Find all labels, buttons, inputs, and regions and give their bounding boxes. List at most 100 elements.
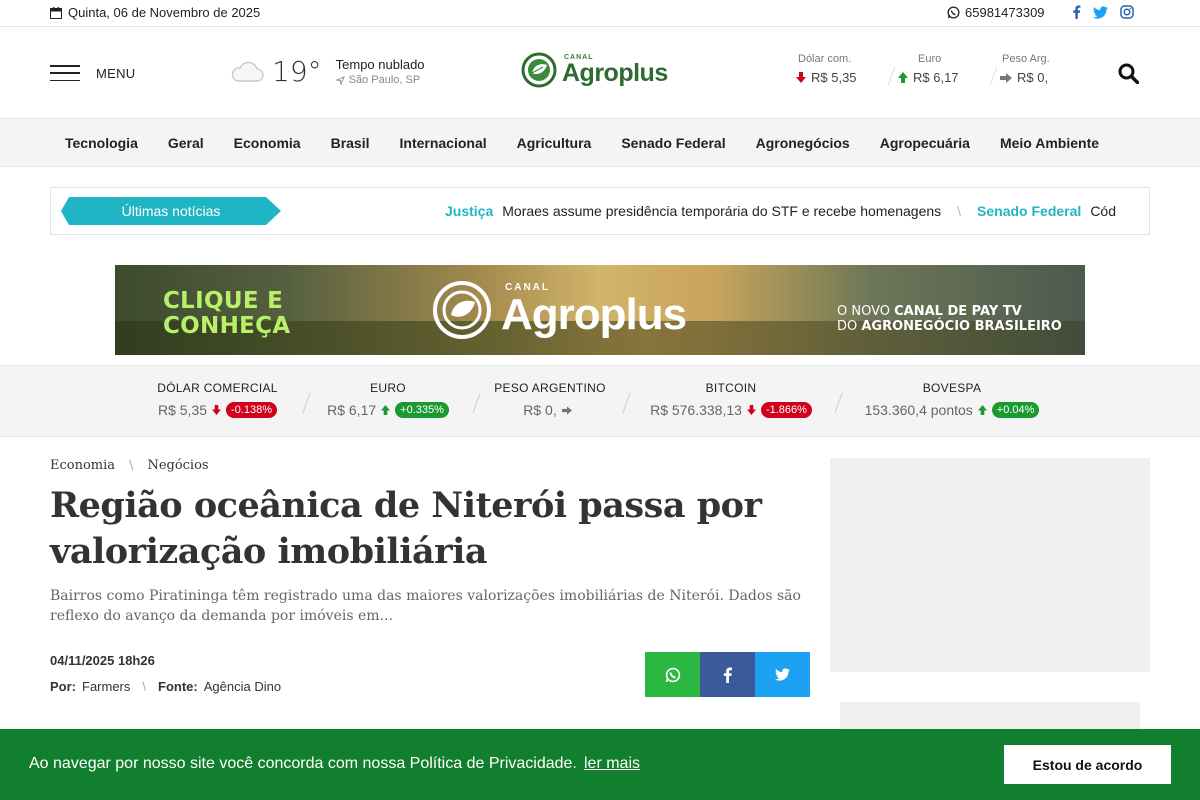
nav-item-meio-ambiente[interactable]: Meio Ambiente (985, 135, 1114, 151)
header-quote-peso: Peso Arg. R$ 0, (994, 53, 1095, 85)
article-byline: Por: Farmers \ Fonte: Agência Dino (50, 679, 281, 694)
whatsapp-icon (665, 667, 680, 682)
arrow-right-icon (1000, 72, 1012, 83)
nav-item-agronegocios[interactable]: Agronegócios (741, 135, 865, 151)
author-label: Por: (50, 679, 76, 694)
article-date: 04/11/2025 18h26 (50, 653, 155, 668)
menu-label: MENU (96, 65, 136, 81)
arrow-up-icon (898, 72, 908, 83)
quote-label: Peso Arg. (1002, 53, 1050, 65)
facebook-icon[interactable] (1072, 5, 1081, 19)
banner-logo: CANAL Agroplus (431, 279, 687, 341)
ticker-category[interactable]: Justiça (445, 203, 493, 219)
header-quotes: Dólar com. R$ 5,35 Euro R$ 6,17 Peso Arg… (790, 53, 1095, 85)
hamburger-icon (50, 65, 80, 81)
quote-peso-argentino: PESO ARGENTINO R$ 0, (490, 381, 610, 418)
arrow-down-icon (796, 72, 806, 83)
quote-change-badge: -1.866% (760, 402, 812, 418)
nav-item-tecnologia[interactable]: Tecnologia (50, 135, 153, 151)
byline-separator: \ (142, 679, 147, 694)
weather-location-text: São Paulo, SP (348, 74, 421, 86)
quote-label: Dólar com. (798, 53, 852, 65)
quote-value: R$ 0, (1017, 70, 1049, 85)
quote-value: R$ 5,35 (157, 402, 208, 418)
site-header: MENU 19° Tempo nublado São Paulo, SP CAN… (0, 27, 1200, 118)
current-date-text: Quinta, 06 de Novembro de 2025 (68, 5, 261, 20)
arrow-up-icon (381, 405, 391, 415)
cookie-read-more-link[interactable]: ler mais (584, 755, 640, 773)
author-name: Farmers (82, 679, 131, 694)
nav-item-economia[interactable]: Economia (219, 135, 316, 151)
ticker-category[interactable]: Senado Federal (977, 203, 1081, 219)
arrow-down-icon (212, 405, 222, 415)
banner-tag-prefix: DO (837, 319, 862, 334)
quote-value: 153.360,4 pontos (864, 402, 973, 418)
search-button[interactable] (1118, 63, 1140, 89)
quote-change-badge: -0.138% (226, 402, 278, 418)
header-quote-euro: Euro R$ 6,17 (892, 53, 993, 85)
share-buttons (645, 652, 810, 697)
breadcrumb-item[interactable]: Economia (50, 458, 115, 473)
quote-value: R$ 576.338,13 (650, 402, 742, 418)
banner-cta-line2: CONHEÇA (163, 313, 291, 339)
share-facebook-button[interactable] (700, 652, 755, 697)
weather-widget: 19° Tempo nublado São Paulo, SP (230, 55, 425, 88)
arrow-down-icon (746, 405, 756, 415)
current-date: Quinta, 06 de Novembro de 2025 (50, 5, 260, 20)
divider (302, 393, 311, 413)
share-whatsapp-button[interactable] (645, 652, 700, 697)
leaf-logo-icon (433, 281, 491, 339)
nav-item-geral[interactable]: Geral (153, 135, 219, 151)
market-quotes-strip: DÓLAR COMERCIAL R$ 5,35 -0.138% EURO R$ … (0, 365, 1200, 437)
quote-bovespa: BOVESPA 153.360,4 pontos +0.04% (852, 381, 1052, 418)
news-ticker: Últimas notícias Justiça Moraes assume p… (50, 187, 1150, 235)
quote-name: EURO (370, 381, 406, 395)
logo-brand: Agroplus (562, 59, 668, 87)
twitter-icon[interactable] (1093, 5, 1108, 19)
nav-item-internacional[interactable]: Internacional (385, 135, 502, 151)
facebook-icon (723, 667, 732, 683)
search-icon (1118, 63, 1140, 85)
cookie-accept-button[interactable]: Estou de acordo (1004, 745, 1171, 784)
nav-item-agropecuaria[interactable]: Agropecuária (865, 135, 985, 151)
quote-name: PESO ARGENTINO (494, 381, 606, 395)
arrow-up-icon (977, 405, 987, 415)
top-bar: Quinta, 06 de Novembro de 2025 659814733… (0, 0, 1200, 27)
share-twitter-button[interactable] (755, 652, 810, 697)
social-links (1072, 5, 1134, 19)
ticker-separator: \ (957, 203, 962, 219)
nav-item-brasil[interactable]: Brasil (316, 135, 385, 151)
calendar-icon (50, 6, 62, 19)
ticker-headline[interactable]: Cód (1090, 203, 1116, 219)
whatsapp-contact[interactable]: 65981473309 (947, 5, 1045, 20)
arrow-right-icon (561, 405, 572, 415)
whatsapp-icon (947, 6, 960, 19)
source-label: Fonte: (158, 679, 198, 694)
cookie-consent-bar: Ao navegar por nosso site você concorda … (0, 729, 1200, 800)
cookie-message: Ao navegar por nosso site você concorda … (29, 755, 577, 772)
phone-number: 65981473309 (965, 5, 1045, 20)
quote-change-badge: +0.335% (395, 402, 449, 418)
article-lead: Bairros como Piratininga têm registrado … (50, 588, 801, 624)
banner-tagline: O NOVO CANAL DE PAY TV DO AGRONEGÓCIO BR… (837, 304, 1062, 334)
divider (622, 393, 631, 413)
banner-cta-line1: CLIQUE E (163, 288, 284, 314)
nav-item-senado-federal[interactable]: Senado Federal (606, 135, 740, 151)
quote-euro: EURO R$ 6,17 +0.335% (315, 381, 461, 418)
quote-label: Euro (918, 53, 942, 65)
quote-value: R$ 5,35 (811, 70, 857, 85)
main-nav: Tecnologia Geral Economia Brasil Interna… (0, 118, 1200, 167)
nav-item-agricultura[interactable]: Agricultura (502, 135, 607, 151)
quote-name: DÓLAR COMERCIAL (157, 381, 278, 395)
leaf-logo-icon (521, 52, 557, 88)
divider (472, 393, 481, 413)
instagram-icon[interactable] (1120, 5, 1134, 19)
ticker-headline[interactable]: Moraes assume presidência temporária do … (502, 203, 941, 219)
breadcrumb-item[interactable]: Negócios (147, 458, 208, 473)
site-logo[interactable]: CANAL Agroplus (520, 51, 668, 89)
ad-banner[interactable]: CLIQUE E CONHEÇA CANAL Agroplus O NOVO C… (115, 265, 1085, 355)
menu-button[interactable]: MENU (50, 65, 135, 81)
banner-tag-bold: AGRONEGÓCIO BRASILEIRO (861, 319, 1062, 334)
quote-bitcoin: BITCOIN R$ 576.338,13 -1.866% (640, 381, 822, 418)
breadcrumb-separator: \ (129, 458, 134, 473)
